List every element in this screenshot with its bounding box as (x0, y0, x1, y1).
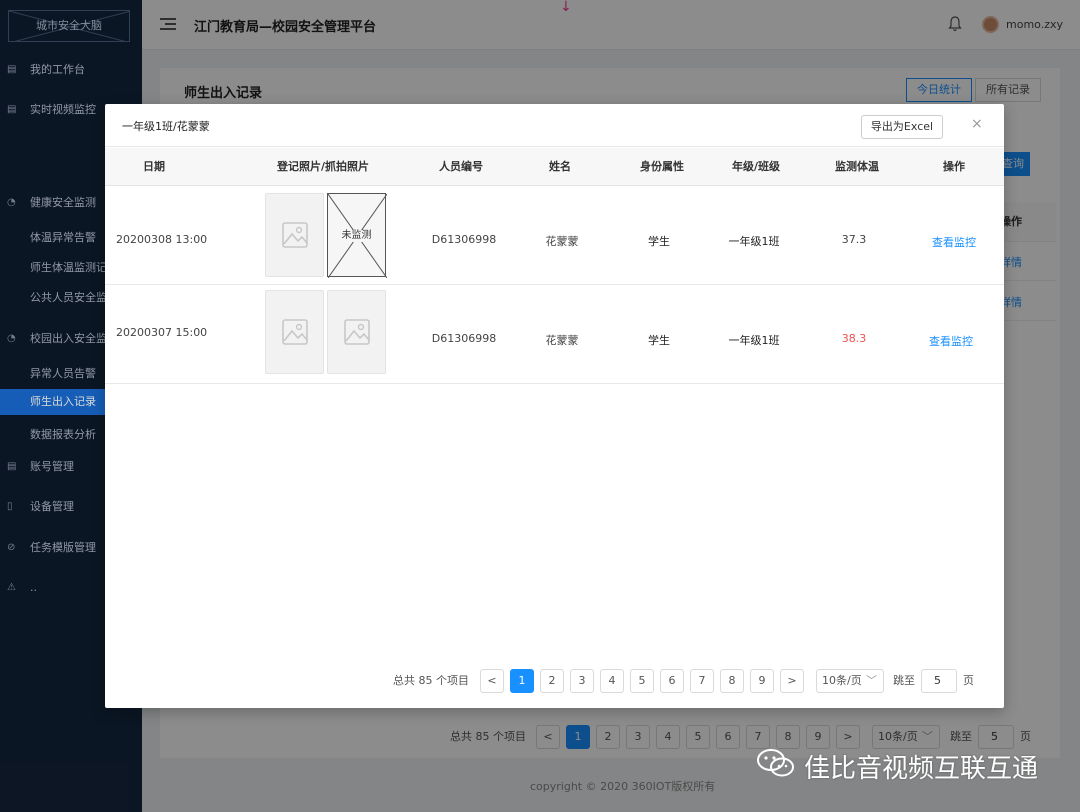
record-date: 20200308 13:00 (116, 233, 208, 246)
wechat-icon (757, 749, 794, 777)
table-row: 20200308 13:00 未监测 D61306998 花蒙蒙 学生 一年级1… (105, 187, 1004, 285)
column-header-photos: 登记照片/抓拍照片 (276, 160, 370, 173)
pagination-total: 总共 85 个项目 (393, 674, 469, 687)
record-date: 20200307 15:00 (116, 326, 208, 339)
page-button-4[interactable]: 4 (600, 669, 624, 693)
close-icon[interactable]: × (971, 116, 983, 132)
capture-status: 未监测 (328, 230, 385, 242)
page-button-9[interactable]: 9 (750, 669, 774, 693)
table-row: 20200307 15:00 D61306998 花蒙蒙 学生 一年级1班 38… (105, 286, 1004, 384)
registered-photo[interactable] (265, 193, 324, 277)
capture-photo-missing[interactable]: 未监测 (327, 193, 387, 278)
image-placeholder-icon (282, 222, 308, 248)
modal-title: 一年级1班/花蒙蒙 (122, 120, 210, 133)
image-placeholder-icon (344, 319, 370, 345)
header-backdrop (142, 0, 1080, 50)
column-header-name: 姓名 (549, 160, 571, 173)
view-monitor-link[interactable]: 查看监控 (932, 234, 976, 250)
person-name: 花蒙蒙 (545, 334, 579, 347)
person-name: 花蒙蒙 (545, 235, 579, 248)
page-next-button[interactable]: > (780, 669, 804, 693)
person-id: D61306998 (431, 233, 497, 246)
page-size-select[interactable]: 10条/页 ﹀ (816, 669, 884, 693)
image-placeholder-icon (282, 319, 308, 345)
person-role: 学生 (648, 235, 670, 248)
capture-photo[interactable] (327, 290, 386, 374)
page-button-8[interactable]: 8 (720, 669, 744, 693)
watermark-text: 佳比音视频互联互通 (804, 754, 1039, 784)
modal-pagination: 总共 85 个项目 < 1 2 3 4 5 6 7 8 9 > 10条/页 ﹀ 跳… (393, 669, 993, 693)
page-button-6[interactable]: 6 (660, 669, 684, 693)
modal-divider (105, 146, 1004, 147)
page-prev-button[interactable]: < (480, 669, 504, 693)
column-header-date: 日期 (143, 160, 165, 173)
person-class: 一年级1班 (728, 334, 780, 347)
column-header-role: 身份属性 (640, 160, 684, 173)
registered-photo[interactable] (265, 290, 324, 374)
page-button-5[interactable]: 5 (630, 669, 654, 693)
column-header-class: 年级/班级 (731, 160, 781, 173)
column-header-person-id: 人员编号 (439, 160, 483, 173)
table-header: 日期 登记照片/抓拍照片 人员编号 姓名 身份属性 年级/班级 监测体温 操作 (105, 148, 1004, 186)
person-class: 一年级1班 (728, 235, 780, 248)
chevron-down-icon: ﹀ (866, 674, 877, 687)
page-button-1[interactable]: 1 (510, 669, 534, 693)
view-monitor-link[interactable]: 查看监控 (929, 333, 973, 349)
page-button-3[interactable]: 3 (570, 669, 594, 693)
page-unit-label: 页 (963, 674, 974, 687)
page-button-2[interactable]: 2 (540, 669, 564, 693)
records-modal: 一年级1班/花蒙蒙 导出为Excel × 日期 登记照片/抓拍照片 人员编号 姓… (105, 104, 1004, 708)
jump-label: 跳至 (893, 674, 915, 687)
export-excel-button[interactable]: 导出为Excel (861, 115, 943, 139)
jump-input[interactable]: 5 (921, 669, 957, 693)
temperature-value-abnormal: 38.3 (841, 332, 867, 345)
person-role: 学生 (648, 334, 670, 347)
person-id: D61306998 (431, 332, 497, 345)
page-button-7[interactable]: 7 (690, 669, 714, 693)
column-header-action: 操作 (943, 160, 965, 173)
column-header-temperature: 监测体温 (835, 160, 879, 173)
temperature-value: 37.3 (841, 233, 867, 246)
